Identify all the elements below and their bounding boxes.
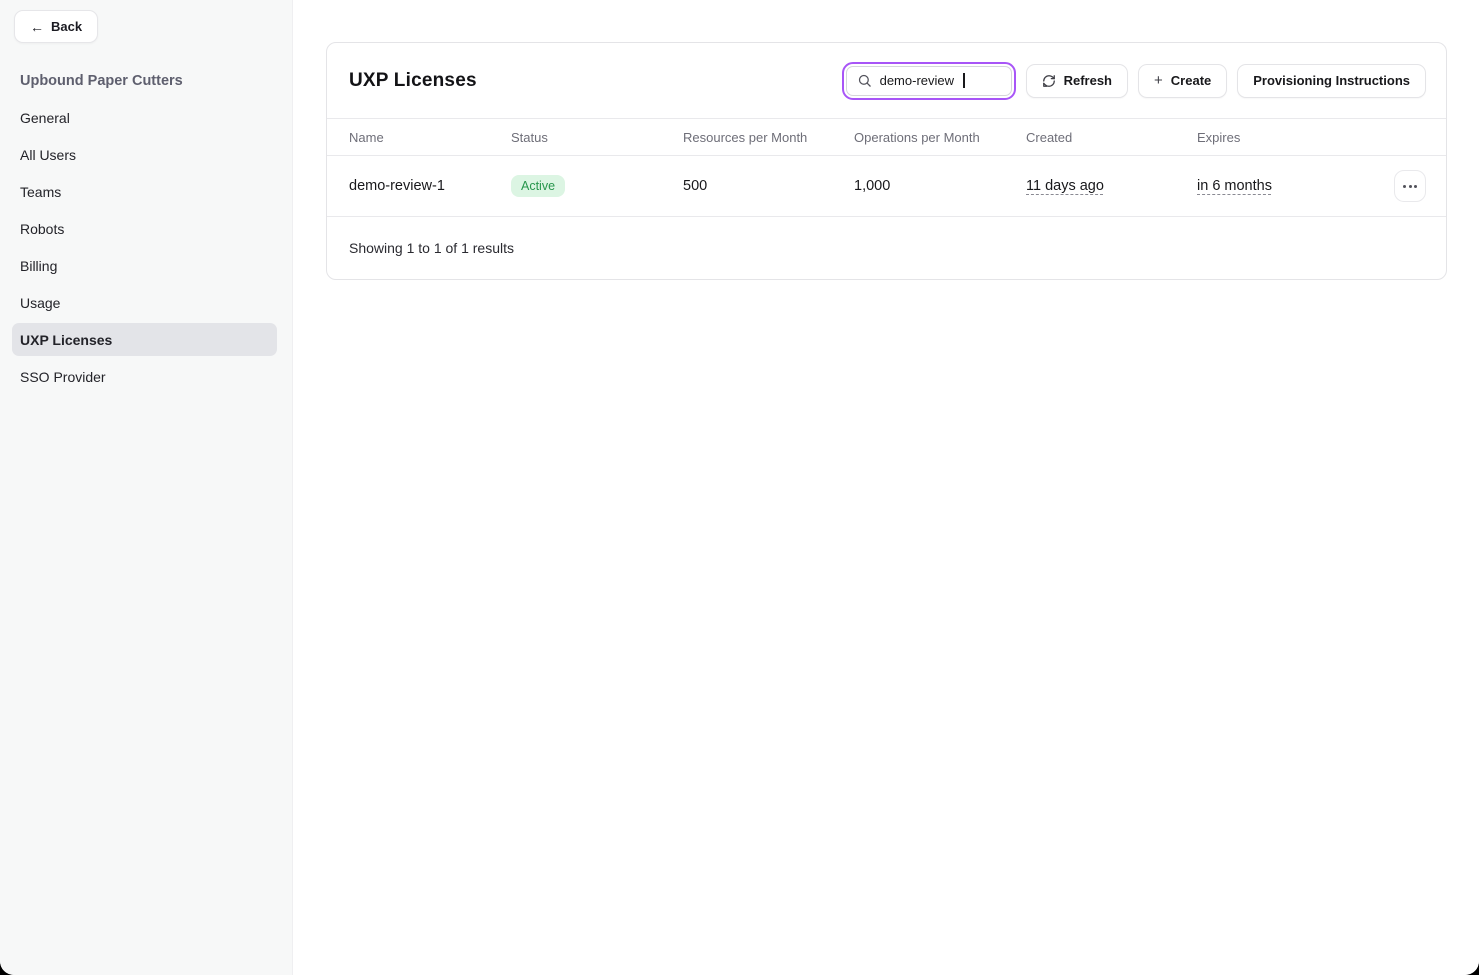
- refresh-button[interactable]: Refresh: [1026, 64, 1128, 98]
- card-header: UXP Licenses demo-review: [327, 43, 1446, 119]
- license-name: demo-review-1: [349, 178, 511, 194]
- text-cursor: [963, 73, 965, 88]
- column-header-resources: Resources per Month: [683, 130, 854, 145]
- page-title: UXP Licenses: [349, 70, 477, 92]
- create-button-label: Create: [1171, 73, 1211, 88]
- column-header-created: Created: [1026, 130, 1197, 145]
- refresh-button-label: Refresh: [1064, 73, 1112, 88]
- sidebar-item-sso-provider[interactable]: SSO Provider: [12, 358, 277, 395]
- create-button[interactable]: + Create: [1138, 64, 1227, 98]
- refresh-icon: [1042, 74, 1056, 88]
- settings-sidebar: ← Back Upbound Paper Cutters General All…: [0, 0, 293, 975]
- sidebar-item-general[interactable]: General: [12, 99, 277, 136]
- search-input[interactable]: demo-review: [846, 66, 1012, 96]
- org-name: Upbound Paper Cutters: [0, 62, 292, 99]
- sidebar-item-uxp-licenses[interactable]: UXP Licenses: [12, 323, 277, 356]
- plus-icon: +: [1154, 73, 1163, 88]
- arrow-left-icon: ←: [30, 19, 44, 35]
- main-content: UXP Licenses demo-review: [293, 0, 1479, 975]
- back-button-label: Back: [51, 19, 82, 34]
- status-badge: Active: [511, 175, 565, 197]
- operations-per-month-value: 1,000: [854, 178, 1026, 194]
- table-header: Name Status Resources per Month Operatio…: [327, 119, 1446, 156]
- expires-value[interactable]: in 6 months: [1197, 178, 1272, 194]
- table-row: demo-review-1 Active 500 1,000 11 days a…: [327, 156, 1446, 217]
- sidebar-item-usage[interactable]: Usage: [12, 284, 277, 321]
- ellipsis-icon: [1403, 185, 1406, 188]
- toolbar: demo-review Refresh: [842, 62, 1426, 100]
- column-header-name: Name: [349, 130, 511, 145]
- created-value[interactable]: 11 days ago: [1026, 178, 1104, 194]
- table-footer: Showing 1 to 1 of 1 results: [327, 217, 1446, 279]
- created-cell: 11 days ago: [1026, 177, 1197, 195]
- resources-per-month-value: 500: [683, 178, 854, 194]
- uxp-licenses-card: UXP Licenses demo-review: [326, 42, 1447, 280]
- search-focus-ring: demo-review: [842, 62, 1016, 100]
- row-actions-button[interactable]: [1394, 170, 1426, 202]
- provisioning-instructions-label: Provisioning Instructions: [1253, 73, 1410, 88]
- sidebar-item-robots[interactable]: Robots: [12, 210, 277, 247]
- column-header-status: Status: [511, 130, 683, 145]
- back-button[interactable]: ← Back: [14, 10, 98, 43]
- expires-cell: in 6 months: [1197, 177, 1368, 195]
- sidebar-item-teams[interactable]: Teams: [12, 173, 277, 210]
- sidebar-nav: General All Users Teams Robots Billing U…: [0, 99, 292, 395]
- status-cell: Active: [511, 175, 683, 197]
- search-icon: [857, 73, 872, 88]
- column-header-expires: Expires: [1197, 130, 1368, 145]
- column-header-operations: Operations per Month: [854, 130, 1026, 145]
- sidebar-item-all-users[interactable]: All Users: [12, 136, 277, 173]
- sidebar-item-billing[interactable]: Billing: [12, 247, 277, 284]
- app-window: ← Back Upbound Paper Cutters General All…: [0, 0, 1479, 975]
- provisioning-instructions-button[interactable]: Provisioning Instructions: [1237, 64, 1426, 98]
- search-input-value: demo-review: [880, 73, 954, 88]
- results-summary: Showing 1 to 1 of 1 results: [349, 240, 514, 256]
